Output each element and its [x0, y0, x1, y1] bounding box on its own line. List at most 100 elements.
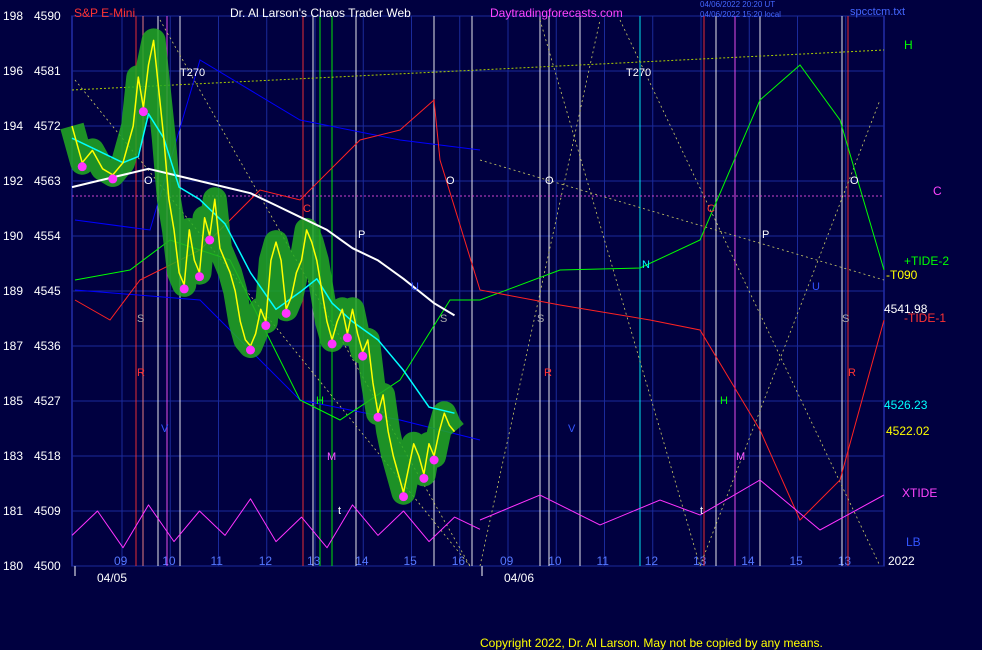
- right-side-label: -T090: [886, 268, 918, 282]
- chart-annotation: H: [316, 395, 324, 407]
- y-right-tick-label: 4536: [34, 339, 61, 353]
- right-side-label: XTIDE: [902, 486, 937, 500]
- y-left-tick-label: 183: [3, 449, 23, 463]
- right-side-label: +TIDE-2: [904, 254, 949, 268]
- site-link[interactable]: Daytradingforecasts.com: [490, 6, 623, 20]
- y-right-tick-label: 4581: [34, 64, 61, 78]
- x-hour-tick-label: 14: [355, 554, 369, 568]
- chart-annotation: N: [642, 259, 650, 271]
- y-right-tick-label: 4563: [34, 174, 61, 188]
- chart-annotation: O: [446, 175, 455, 187]
- chart-annotation: S: [440, 313, 447, 325]
- chart-annotation: P: [358, 229, 365, 241]
- chart-title: Dr. Al Larson's Chaos Trader Web: [230, 6, 411, 20]
- y-left-tick-label: 185: [3, 394, 23, 408]
- y-left-tick-label: 192: [3, 174, 23, 188]
- y-left-tick-label: 187: [3, 339, 23, 353]
- x-hour-tick-label: 13: [307, 554, 321, 568]
- timestamp-ut: 04/06/2022 20:20 UT: [700, 0, 776, 9]
- chart-annotation: O: [545, 175, 554, 187]
- x-date-label: 04/06: [504, 571, 534, 585]
- price-low-marker: [358, 351, 368, 361]
- chart-annotation: C: [707, 203, 715, 215]
- y-left-tick-label: 194: [3, 119, 23, 133]
- chart-annotation: S: [537, 313, 544, 325]
- y-right-tick-label: 4545: [34, 284, 61, 298]
- y-left-tick-label: 198: [3, 9, 23, 23]
- price-low-marker: [138, 107, 148, 117]
- x-hour-tick-label: 12: [645, 554, 659, 568]
- chart-annotation: H: [720, 395, 728, 407]
- timestamp-local: 04/06/2022 15:20 local: [700, 10, 781, 19]
- chart-annotation: S: [842, 313, 849, 325]
- price-low-marker: [342, 333, 352, 343]
- x-hour-tick-label: 14: [741, 554, 755, 568]
- chart-svg: 198 4590 196 4581 194 4572 192 4563 190 4554 189 45…: [3, 9, 949, 585]
- x-hour-tick-label: 09: [114, 554, 128, 568]
- chart-annotation: R: [544, 367, 552, 379]
- y-left-tick-label: 189: [3, 284, 23, 298]
- x-hour-tick-label: 13: [838, 554, 852, 568]
- right-side-label: 4522.02: [886, 424, 930, 438]
- price-low-marker: [399, 492, 408, 502]
- tide1-line: [74, 98, 885, 521]
- x-date-label: 04/05: [97, 571, 127, 585]
- chart-annotation: C: [303, 203, 311, 215]
- y-right-tick-label: 4572: [34, 119, 61, 133]
- price-low-marker: [429, 455, 439, 465]
- chart-annotation: O: [144, 175, 153, 187]
- data-file-label: spcctcm.txt: [850, 6, 906, 18]
- price-low-marker: [77, 162, 87, 172]
- chart-annotation: R: [848, 367, 856, 379]
- y-right-tick-label: 4590: [34, 9, 61, 23]
- y-left-tick-label: 196: [3, 64, 23, 78]
- y-left-tick-label: 190: [3, 229, 23, 243]
- right-side-label: LB: [906, 535, 921, 549]
- trend-line: [699, 99, 881, 567]
- chart-annotation: R: [137, 367, 145, 379]
- right-side-label: -TIDE-1: [904, 311, 946, 325]
- chart-annotation: S: [137, 313, 144, 325]
- trend-line: [619, 19, 881, 567]
- x-hour-tick-label: 09: [500, 554, 514, 568]
- chart-annotation: M: [736, 451, 745, 463]
- price-low-marker: [246, 345, 255, 355]
- price-low-marker: [281, 308, 291, 318]
- trend-line: [539, 19, 701, 567]
- year-label: 2022: [888, 554, 915, 568]
- y-left-tick-label: 180: [3, 559, 23, 573]
- right-side-label: C: [933, 184, 942, 198]
- y-right-tick-label: 4554: [34, 229, 61, 243]
- x-hour-tick-label: 16: [452, 554, 466, 568]
- chart-annotation: V: [161, 423, 169, 435]
- y-right-tick-label: 4500: [34, 559, 61, 573]
- chart-annotation: T270: [180, 67, 205, 79]
- chart-annotation: V: [568, 423, 576, 435]
- y-right-tick-label: 4527: [34, 394, 61, 408]
- chart-annotation: T270: [626, 67, 651, 79]
- price-low-marker: [195, 272, 204, 282]
- price-low-marker: [327, 339, 337, 349]
- x-hour-tick-label: 10: [548, 554, 562, 568]
- price-low-marker: [373, 412, 383, 422]
- chart-annotation: O: [850, 175, 859, 187]
- x-hour-tick-label: 12: [259, 554, 273, 568]
- x-hour-tick-label: 11: [211, 554, 224, 568]
- price-low-marker: [419, 473, 429, 483]
- x-hour-tick-label: 15: [404, 554, 418, 568]
- price-low-marker: [179, 284, 189, 294]
- y-right-tick-label: 4518: [34, 449, 61, 463]
- price-low-marker: [261, 321, 271, 331]
- x-hour-tick-label: 11: [597, 554, 610, 568]
- chart-annotation: U: [812, 281, 820, 293]
- price-low-marker: [205, 235, 215, 245]
- xtide-line: [71, 498, 481, 549]
- chart-annotation: t: [338, 505, 341, 517]
- chart-annotation: t: [700, 505, 703, 517]
- x-hour-tick-label: 15: [790, 554, 804, 568]
- right-side-label: 4526.23: [884, 398, 928, 412]
- instrument-label: S&P E-Mini: [74, 6, 136, 20]
- copyright-notice: Copyright 2022, Dr. Al Larson. May not b…: [480, 636, 823, 650]
- right-side-label: H: [904, 38, 913, 52]
- chart-annotation: U: [411, 281, 419, 293]
